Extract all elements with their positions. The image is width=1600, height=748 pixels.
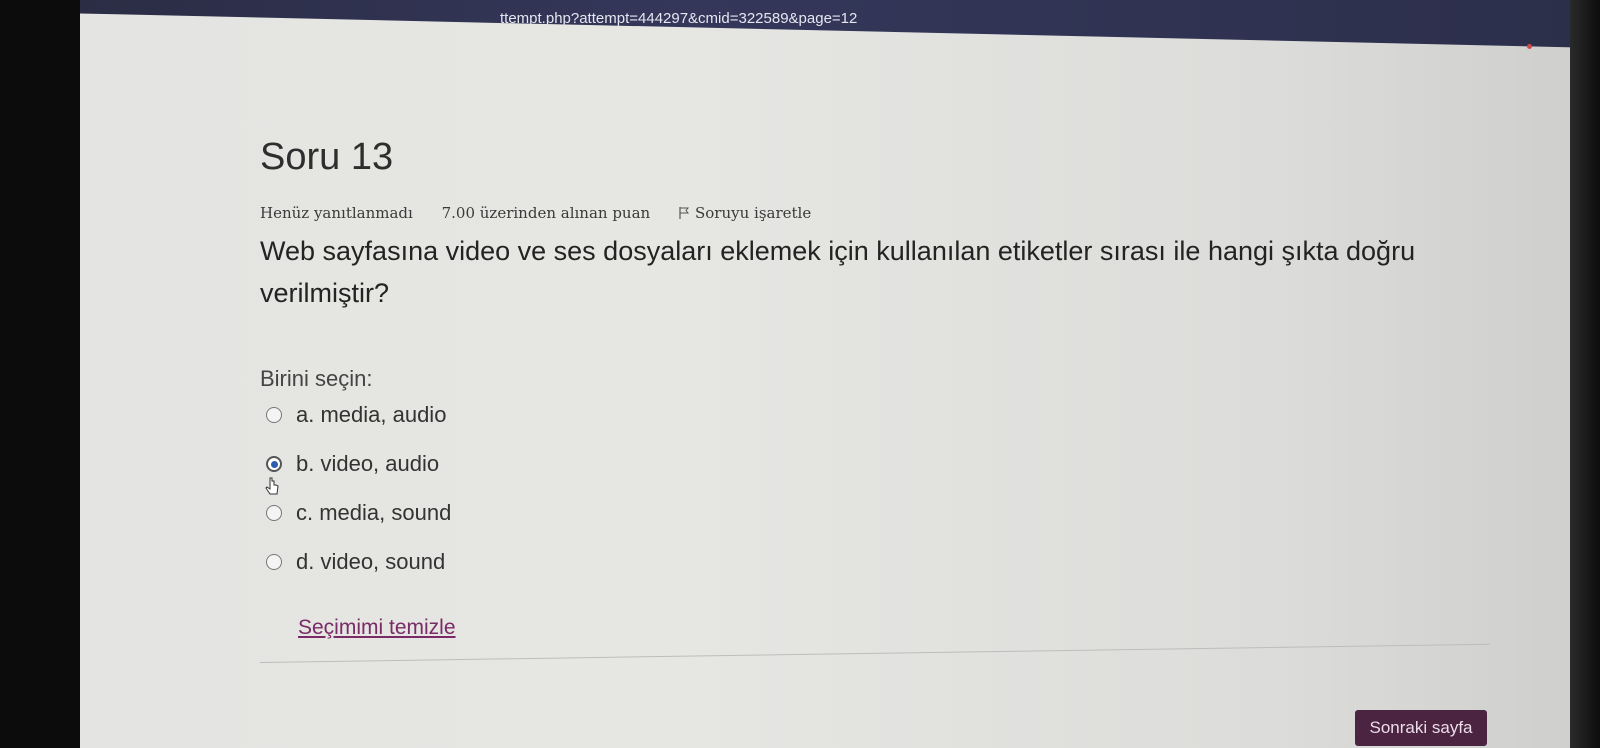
- answer-option-a[interactable]: a. media, audio: [266, 400, 446, 430]
- answer-option-label: d. video, sound: [296, 549, 446, 574]
- answer-option-label: b. video, audio: [296, 451, 440, 476]
- monitor-bezel-left: [0, 0, 80, 748]
- radio-button-d[interactable]: [266, 554, 282, 570]
- answer-prompt: Birini seçin:: [260, 366, 373, 391]
- monitor-bezel-right: [1570, 0, 1600, 748]
- clear-selection-link[interactable]: Seçimimi temizle: [298, 616, 456, 640]
- radio-button-b[interactable]: [266, 456, 282, 472]
- question-text: Web sayfasına video ve ses dosyaları ekl…: [260, 236, 1416, 308]
- question-title: Soru 13: [260, 136, 394, 178]
- radio-button-c[interactable]: [266, 505, 282, 521]
- flag-question-link[interactable]: Soruyu işaretle: [679, 204, 811, 222]
- answer-option-b[interactable]: b. video, audio: [266, 449, 439, 479]
- answer-option-label: a. media, audio: [296, 402, 447, 427]
- flag-question-label: Soruyu işaretle: [694, 204, 812, 222]
- answer-option-label: c. media, sound: [296, 500, 452, 525]
- question-info: Henüz yanıtlanmadı 7.00 üzerinden alınan…: [260, 204, 835, 222]
- next-page-button[interactable]: Sonraki sayfa: [1355, 710, 1487, 746]
- answer-option-c[interactable]: c. media, sound: [266, 498, 451, 528]
- radio-button-a[interactable]: [266, 407, 282, 423]
- question-status: Henüz yanıtlanmadı: [260, 204, 413, 222]
- notification-dot-icon: [1527, 44, 1532, 49]
- question-points: 7.00 üzerinden alınan puan: [441, 204, 651, 222]
- flag-icon: [679, 207, 689, 219]
- answer-option-d[interactable]: d. video, sound: [266, 547, 445, 577]
- mouse-cursor-icon: [265, 477, 279, 495]
